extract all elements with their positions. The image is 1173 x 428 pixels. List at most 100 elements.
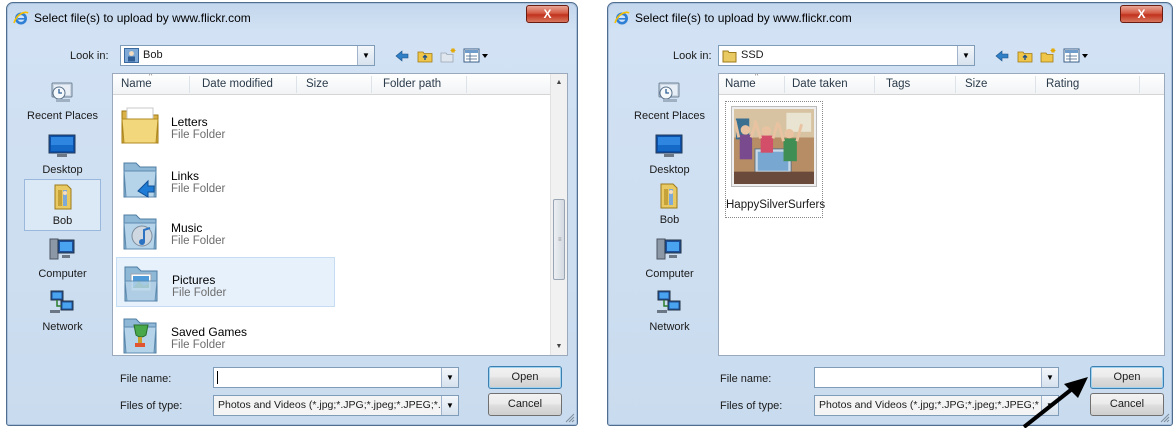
navigation-toolbar [993, 47, 1103, 67]
column-folder-path[interactable]: Folder path [383, 78, 441, 90]
file-name-input[interactable]: ▼ [213, 367, 459, 388]
look-in-label: Look in: [673, 50, 712, 62]
place-label: Recent Places [27, 110, 98, 122]
view-menu-icon[interactable] [1063, 47, 1091, 65]
place-computer[interactable]: Computer [24, 233, 101, 281]
scroll-down-icon[interactable]: ▼ [551, 338, 567, 355]
list-item[interactable]: Pictures File Folder [116, 257, 335, 307]
file-type-select[interactable]: Photos and Videos (*.jpg;*.JPG;*.jpeg;*.… [213, 395, 459, 416]
cancel-button[interactable]: Cancel [1090, 393, 1164, 416]
desktop-icon [655, 134, 683, 157]
photo-thumbnail [732, 107, 816, 186]
back-arrow-icon[interactable] [393, 47, 411, 65]
thumbnail-label: HappySilverSurfers [726, 199, 826, 211]
folder-icon [121, 107, 159, 144]
file-type: File Folder [171, 183, 226, 195]
new-folder-icon[interactable] [439, 47, 457, 65]
place-network[interactable]: Network [631, 286, 708, 334]
place-desktop[interactable]: Desktop [24, 129, 101, 177]
file-name: Music [171, 221, 203, 235]
internet-explorer-icon [13, 11, 29, 25]
column-rating[interactable]: Rating [1046, 78, 1079, 90]
computer-icon [656, 238, 682, 260]
resize-grip-icon[interactable] [1158, 411, 1170, 423]
place-label: Desktop [649, 164, 690, 176]
back-arrow-icon[interactable] [993, 47, 1011, 65]
column-tags[interactable]: Tags [886, 78, 910, 90]
saved-games-folder-icon [123, 318, 157, 354]
computer-icon [49, 238, 75, 260]
close-button[interactable]: X [1120, 5, 1163, 23]
up-folder-icon[interactable] [416, 47, 434, 65]
cancel-button[interactable]: Cancel [488, 393, 562, 416]
desktop-icon [48, 134, 76, 157]
column-size[interactable]: Size [306, 78, 328, 90]
resize-grip-icon[interactable] [563, 411, 575, 423]
column-header: Name ^ Date modified Size Folder path [113, 74, 567, 95]
sort-ascending-icon: ^ [755, 73, 759, 80]
file-list-pane[interactable]: Name ^ Date modified Size Folder path Le… [112, 73, 568, 356]
look-in-value: Bob [143, 49, 163, 61]
place-label: Network [42, 321, 83, 333]
column-size[interactable]: Size [965, 78, 987, 90]
chevron-down-icon[interactable]: ▼ [441, 396, 458, 415]
column-date-taken[interactable]: Date taken [792, 78, 848, 90]
column-date-modified[interactable]: Date modified [202, 78, 273, 90]
image-thumbnail-item[interactable]: HappySilverSurfers [725, 101, 826, 218]
look-in-label: Look in: [70, 50, 109, 62]
chevron-down-icon[interactable]: ▼ [957, 46, 974, 65]
navigation-toolbar [393, 47, 503, 67]
chevron-down-icon[interactable]: ▼ [357, 46, 374, 65]
chevron-down-icon[interactable]: ▼ [441, 368, 458, 387]
open-button[interactable]: Open [1090, 366, 1164, 389]
links-folder-icon [123, 162, 157, 198]
place-recent-places[interactable]: Recent Places [631, 75, 708, 123]
column-name[interactable]: Name [725, 78, 756, 90]
file-name-label: File name: [120, 373, 172, 385]
list-item[interactable]: Letters File Folder [116, 100, 335, 150]
music-folder-icon [123, 214, 157, 250]
user-folder-icon [124, 48, 139, 63]
look-in-dropdown[interactable]: SSD ▼ [718, 45, 975, 66]
list-item[interactable]: Saved Games File Folder [116, 310, 335, 355]
file-name: Letters [171, 115, 208, 129]
up-folder-icon[interactable] [1016, 47, 1034, 65]
place-label: Network [649, 321, 690, 333]
place-recent-places[interactable]: Recent Places [24, 75, 101, 123]
close-button[interactable]: X [526, 5, 569, 23]
file-name: Saved Games [171, 325, 248, 339]
column-name[interactable]: Name [121, 78, 152, 90]
user-folder-icon [54, 184, 72, 210]
place-label: Computer [38, 268, 87, 280]
network-icon [657, 290, 681, 313]
open-button[interactable]: Open [488, 366, 562, 389]
file-list-pane[interactable]: Name ^ Date taken Tags Size Rating Happy… [718, 73, 1165, 356]
upload-dialog-right: Select file(s) to upload by www.flickr.c… [607, 2, 1173, 426]
view-menu-icon[interactable] [463, 47, 491, 65]
file-type: File Folder [172, 287, 227, 299]
place-bob[interactable]: Bob [24, 179, 101, 231]
place-computer[interactable]: Computer [631, 233, 708, 281]
title-bar[interactable]: Select file(s) to upload by www.flickr.c… [608, 3, 1172, 31]
look-in-dropdown[interactable]: Bob ▼ [120, 45, 375, 66]
network-icon [50, 290, 74, 313]
places-bar: Recent Places Desktop Bob Computer Netwo… [24, 73, 101, 360]
file-type-label: Files of type: [720, 400, 783, 412]
new-folder-icon[interactable] [1039, 47, 1057, 65]
file-type: File Folder [171, 339, 226, 351]
list-item[interactable]: Links File Folder [116, 154, 335, 204]
place-label: Desktop [42, 164, 83, 176]
title-bar[interactable]: Select file(s) to upload by www.flickr.c… [7, 3, 577, 31]
list-item[interactable]: Music File Folder [116, 206, 335, 256]
place-bob[interactable]: Bob [631, 179, 708, 231]
vertical-scrollbar[interactable]: ▲ ≡ ▼ [550, 74, 567, 355]
file-type: File Folder [171, 235, 226, 247]
annotation-arrow-icon [1022, 377, 1088, 428]
place-desktop[interactable]: Desktop [631, 129, 708, 177]
internet-explorer-icon [614, 11, 630, 25]
pictures-folder-icon [124, 266, 158, 302]
scrollbar-thumb[interactable]: ≡ [553, 199, 565, 280]
folder-icon [722, 50, 737, 63]
scroll-up-icon[interactable]: ▲ [551, 74, 567, 91]
place-network[interactable]: Network [24, 286, 101, 334]
